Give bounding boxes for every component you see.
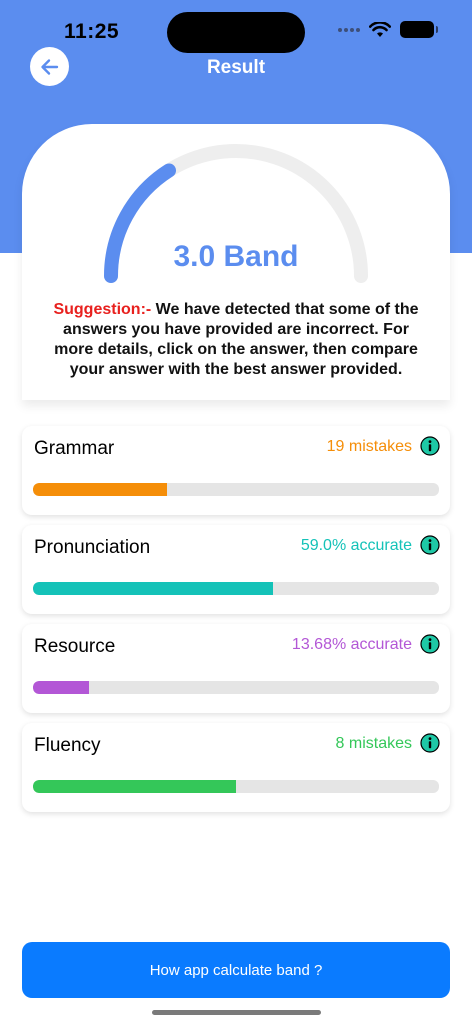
metric-name: Pronunciation	[34, 537, 151, 558]
metric-name: Resource	[34, 636, 116, 657]
info-icon[interactable]	[420, 535, 440, 555]
info-icon[interactable]	[420, 436, 440, 456]
page-title: Result	[206, 57, 266, 78]
suggestion-text: Suggestion:- We have detected that some …	[42, 300, 430, 380]
metric-name: Grammar	[34, 438, 115, 459]
metric-card-fluency[interactable]: Fluency 8 mistakes	[22, 723, 450, 812]
metric-value: 8 mistakes	[335, 735, 412, 752]
info-icon[interactable]	[420, 733, 440, 753]
metric-value: 59.0% accurate	[300, 537, 412, 554]
progress-fill	[33, 582, 273, 595]
wifi-icon	[369, 21, 391, 37]
metric-card-pronunciation[interactable]: Pronunciation 59.0% accurate	[22, 525, 450, 614]
status-time: 11:25	[64, 20, 120, 43]
progress-fill	[33, 681, 89, 694]
cellular-signal-icon	[338, 27, 360, 32]
metric-card-resource[interactable]: Resource 13.68% accurate	[22, 624, 450, 713]
home-indicator	[152, 1010, 321, 1015]
score-card: 3.0 Band Suggestion:- We have detected t…	[22, 124, 450, 400]
progress-track	[33, 681, 439, 694]
metric-card-grammar[interactable]: Grammar 19 mistakes	[22, 426, 450, 515]
status-bar: 11:25	[0, 0, 472, 53]
metric-value: 13.68% accurate	[291, 636, 412, 653]
band-score: 3.0 Band	[173, 240, 299, 273]
metric-name: Fluency	[34, 735, 101, 756]
progress-fill	[33, 780, 236, 793]
dynamic-island	[167, 12, 305, 53]
status-icons	[338, 21, 438, 38]
suggestion-label: Suggestion:-	[53, 301, 152, 318]
metric-value: 19 mistakes	[326, 438, 412, 455]
progress-fill	[33, 483, 167, 496]
how-band-calculated-button[interactable]: How app calculate band ?	[22, 942, 450, 998]
progress-track	[33, 582, 439, 595]
progress-track	[33, 483, 439, 496]
progress-track	[33, 780, 439, 793]
info-icon[interactable]	[420, 634, 440, 654]
battery-icon	[400, 21, 438, 38]
